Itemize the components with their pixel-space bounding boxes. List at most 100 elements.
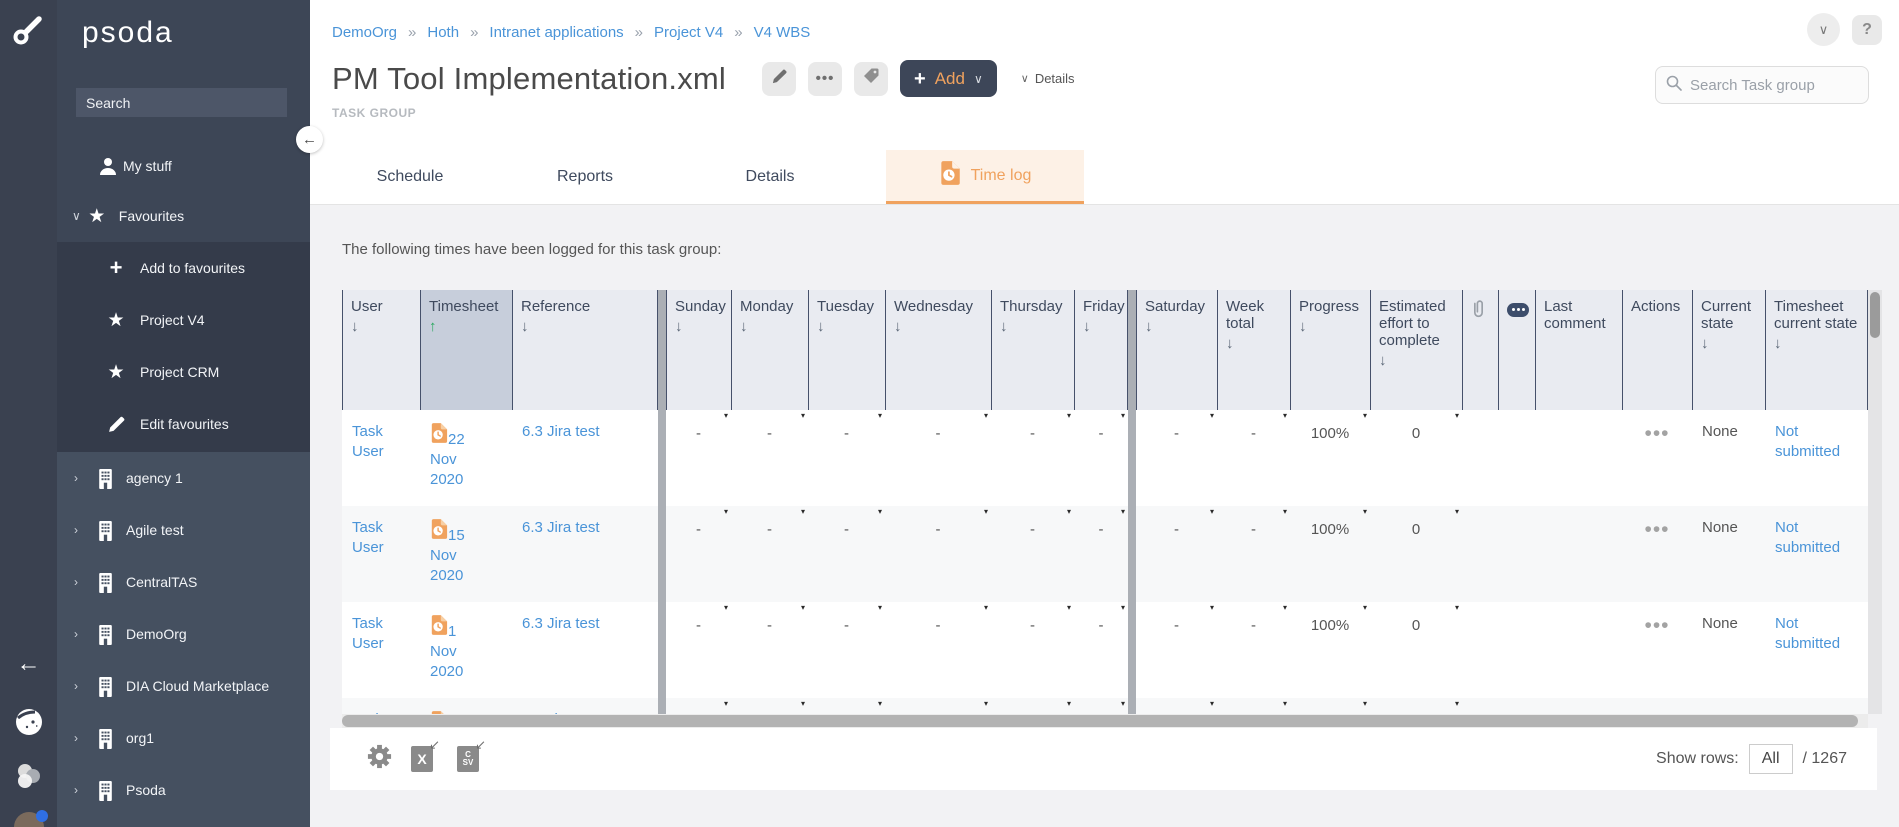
page-subtitle: TASK GROUP <box>332 106 417 120</box>
cell-user[interactable]: Task User <box>342 506 420 602</box>
horizontal-scrollbar[interactable] <box>342 714 1868 728</box>
cell-timesheet_state[interactable]: Not submitted <box>1765 410 1868 506</box>
sidebar-item-add-to-favourites[interactable]: + Add to favourites <box>57 242 310 294</box>
tab-label: Time log <box>970 166 1032 184</box>
column-header-tuesday[interactable]: Tuesday ↓ <box>808 290 885 410</box>
title-row: PM Tool Implementation.xml ••• + Add ∨ ∨… <box>332 60 1075 97</box>
pencil-icon <box>771 68 788 90</box>
cell-marker-icon: ▾ <box>1282 603 1287 612</box>
vertical-scrollbar[interactable] <box>1868 290 1882 714</box>
tab-overflow-button[interactable]: ∨ <box>1807 13 1840 46</box>
cell-timesheet_state[interactable]: Not submitted <box>1765 506 1868 602</box>
sidebar-item-project-v4[interactable]: ★ Project V4 <box>57 294 310 346</box>
tab-schedule[interactable]: Schedule <box>350 150 470 204</box>
column-header-friday[interactable]: Friday ↓ <box>1074 290 1128 410</box>
sidebar-item-centraltas[interactable]: › CentralTAS <box>57 556 310 608</box>
cell-timesheet_state[interactable]: Not submitted <box>1765 698 1868 714</box>
edit-button[interactable] <box>762 61 797 96</box>
breadcrumb-link[interactable]: DemoOrg <box>332 24 397 41</box>
rail-back-arrow-icon[interactable]: ← <box>0 650 57 678</box>
horizontal-scrollbar-thumb[interactable] <box>342 715 1858 727</box>
sidebar-item-edit-favourites[interactable]: Edit favourites <box>57 398 310 450</box>
column-header-thursday[interactable]: Thursday ↓ <box>991 290 1074 410</box>
ellipsis-icon: ••• <box>815 70 835 87</box>
sidebar-item-org1[interactable]: › org1 <box>57 712 310 764</box>
cell-reference[interactable]: 6.3 Jira test <box>512 698 658 714</box>
export-excel-button[interactable]: X ↙ <box>411 737 440 772</box>
sidebar-item-agile-test[interactable]: › Agile test <box>57 504 310 556</box>
tab-reports[interactable]: Reports <box>525 150 645 204</box>
table-row: Task User 22 Nov 2020 6.3 Jira test - ▾ - ▾ - ▾ - ▾ -… <box>342 410 1868 506</box>
cell-reference[interactable]: 6.3 Jira test <box>512 410 658 506</box>
table-row: Task User 15 Nov 2020 6.3 Jira test - ▾ - ▾ - ▾ - ▾ -… <box>342 506 1868 602</box>
cell-timesheet[interactable]: 22 Nov 2020 <box>420 410 512 506</box>
column-header-user[interactable]: User ↓ <box>342 290 420 410</box>
add-button[interactable]: + Add ∨ <box>900 60 997 97</box>
row-actions-icon[interactable]: ••• <box>1644 422 1669 444</box>
search-input[interactable] <box>1690 76 1850 94</box>
sidebar-item-dia-cloud-marketplace[interactable]: › DIA Cloud Marketplace <box>57 660 310 712</box>
column-header-monday[interactable]: Monday ↓ <box>731 290 808 410</box>
sidebar-item-demoorg[interactable]: › DemoOrg <box>57 608 310 660</box>
group-circles-icon[interactable] <box>0 762 57 794</box>
column-header-timesheet[interactable]: Timesheet ↑ <box>420 290 512 410</box>
tag-button[interactable] <box>854 61 889 96</box>
cell-thursday: -▾ <box>1030 411 1071 442</box>
sidebar-item-psoda[interactable]: › Psoda <box>57 764 310 816</box>
row-actions-icon[interactable]: ••• <box>1644 614 1669 636</box>
page-header: DemoOrg » Hoth » Intranet applications » Proje… <box>310 0 1899 205</box>
breadcrumb-link[interactable]: Intranet applications <box>489 24 623 41</box>
row-actions-icon[interactable]: ••• <box>1644 518 1669 540</box>
tab-time-log[interactable]: Time log <box>886 150 1084 204</box>
cell-timesheet_state[interactable]: Not submitted <box>1765 602 1868 698</box>
sort-descending-icon: ↓ <box>1774 335 1782 352</box>
sidebar-item-favourites[interactable]: ∨ ★ Favourites <box>57 198 310 234</box>
column-header-current_state[interactable]: Current state ↓ <box>1692 290 1765 410</box>
column-header-timesheet_state[interactable]: Timesheet current state ↓ <box>1765 290 1868 410</box>
details-toggle[interactable]: ∨ Details <box>1021 71 1075 86</box>
sidebar-item-agency-1[interactable]: › agency 1 <box>57 452 310 504</box>
column-header-saturday[interactable]: Saturday ↓ <box>1136 290 1217 410</box>
planet-icon[interactable] <box>0 708 57 736</box>
breadcrumb-link[interactable]: V4 WBS <box>754 24 811 41</box>
column-header-effort[interactable]: Estimated effort to complete ↓ <box>1370 290 1462 410</box>
cell-marker-icon: ▾ <box>1454 603 1459 612</box>
column-header-progress[interactable]: Progress ↓ <box>1290 290 1370 410</box>
sidebar-collapse-button[interactable]: ← <box>296 126 323 153</box>
cell-marker-icon: ▾ <box>1454 411 1459 420</box>
cell-user[interactable]: Task User <box>342 698 420 714</box>
sidebar-item-my-stuff[interactable]: My stuff <box>57 148 310 184</box>
task-group-search[interactable] <box>1655 66 1869 104</box>
cell-reference[interactable]: 6.3 Jira test <box>512 602 658 698</box>
cell-comments <box>1498 410 1535 506</box>
column-header-sunday[interactable]: Sunday ↓ <box>666 290 731 410</box>
cell-marker-icon: ▾ <box>800 603 805 612</box>
cell-user[interactable]: Task User <box>342 602 420 698</box>
cell-user[interactable]: Task User <box>342 410 420 506</box>
column-header-week_total[interactable]: Week total ↓ <box>1217 290 1290 410</box>
vertical-scrollbar-thumb[interactable] <box>1870 292 1880 338</box>
show-rows-input[interactable]: All <box>1748 744 1793 774</box>
user-avatar[interactable] <box>0 810 57 827</box>
breadcrumb-link[interactable]: Project V4 <box>654 24 723 41</box>
cell-timesheet[interactable]: 25Oct2020 <box>420 698 512 714</box>
psoda-logo[interactable]: psoda <box>82 16 174 50</box>
cell-reference[interactable]: 6.3 Jira test <box>512 506 658 602</box>
sort-descending-icon: ↓ <box>351 318 359 335</box>
pane-divider <box>1128 602 1136 698</box>
breadcrumb-link[interactable]: Hoth <box>427 24 459 41</box>
tab-details[interactable]: Details <box>710 150 830 204</box>
gear-icon[interactable] <box>366 743 393 775</box>
cell-timesheet[interactable]: 1 Nov 2020 <box>420 602 512 698</box>
cell-marker-icon: ▾ <box>723 411 728 420</box>
cell-timesheet[interactable]: 15 Nov 2020 <box>420 506 512 602</box>
column-header-wednesday[interactable]: Wednesday ↓ <box>885 290 991 410</box>
more-options-button[interactable]: ••• <box>808 61 843 96</box>
cell-sunday: -▾ <box>696 411 728 442</box>
sidebar-search-input[interactable] <box>76 88 287 117</box>
help-button[interactable]: ? <box>1852 15 1882 45</box>
column-header-reference[interactable]: Reference ↓ <box>512 290 658 410</box>
export-csv-button[interactable]: C SV ↙ <box>457 737 486 772</box>
sidebar-item-project-crm[interactable]: ★ Project CRM <box>57 346 310 398</box>
cell-thursday: -▾ <box>991 698 1074 714</box>
